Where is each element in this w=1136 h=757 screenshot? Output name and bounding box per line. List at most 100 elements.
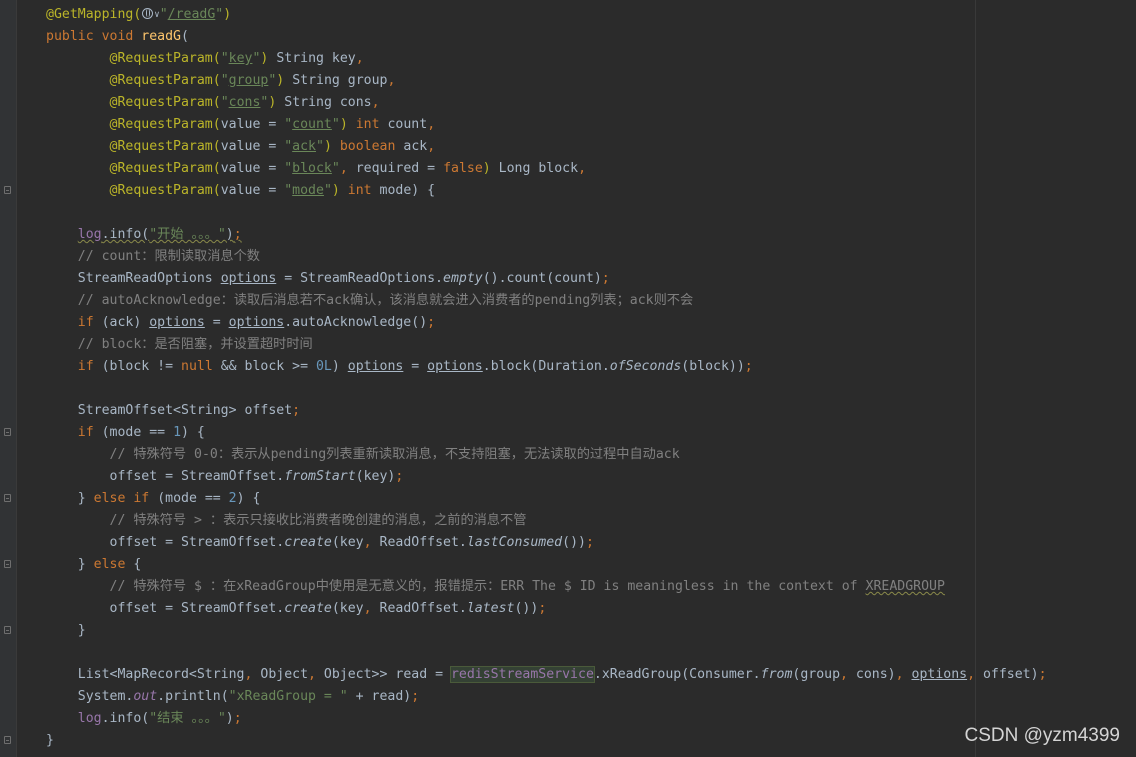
code-line: offset = StreamOffset.create(key, ReadOf… — [46, 532, 1047, 554]
code-line: // 特殊符号 $ ：在xReadGroup中使用是无意义的，报错提示：ERR … — [46, 576, 1047, 598]
code-line: @GetMapping(∨"/readG") — [46, 4, 1047, 26]
watermark: CSDN @yzm4399 — [964, 725, 1121, 746]
code-token: " — [284, 139, 293, 154]
code-token: , — [427, 139, 436, 154]
code-token: " — [284, 161, 293, 176]
code-token: int — [339, 183, 380, 198]
code-token: = — [403, 359, 428, 374]
code-token: empty — [443, 271, 483, 286]
code-token: " — [159, 7, 168, 22]
code-token: create — [284, 601, 332, 616]
code-token: options — [911, 667, 968, 682]
fold-marker-icon[interactable] — [4, 736, 11, 744]
code-token: 2 — [228, 491, 237, 506]
code-token: List<MapRecord<String — [77, 667, 245, 682]
code-token: if — [77, 359, 102, 374]
code-line: @RequestParam("group") String group, — [46, 70, 1047, 92]
code-token: cons) — [855, 667, 896, 682]
code-token: // count：限制读取消息个数 — [77, 249, 260, 264]
code-token: ; — [395, 469, 404, 484]
code-token: StreamOffset<String> offset — [77, 403, 293, 418]
code-token: else if — [93, 491, 158, 506]
code-line: @RequestParam("cons") String cons, — [46, 92, 1047, 114]
code-token: .println( — [157, 689, 229, 704]
code-token: create — [284, 535, 332, 550]
code-token: offset = StreamOffset. — [109, 469, 285, 484]
code-token: (ack) — [101, 315, 150, 330]
code-token: ().count(count) — [482, 271, 602, 286]
code-token: ( — [180, 29, 189, 44]
code-token: @RequestParam( — [109, 95, 221, 110]
code-token: } — [77, 623, 86, 638]
code-token: , — [371, 95, 380, 110]
code-token: = StreamReadOptions. — [276, 271, 443, 286]
code-token: // block：是否阻塞，并设置超时时间 — [77, 337, 313, 352]
code-token: , — [387, 73, 396, 88]
code-token: StreamReadOptions — [77, 271, 221, 286]
code-token: out — [133, 689, 158, 704]
code-token: Long block — [490, 161, 579, 176]
code-token: ()) — [562, 535, 586, 550]
code-token: ) — [331, 359, 348, 374]
code-token: , — [244, 667, 261, 682]
code-line: @RequestParam(value = "count") int count… — [46, 114, 1047, 136]
code-token: + read) — [347, 689, 412, 704]
code-token: ofSeconds — [609, 359, 682, 374]
code-editor[interactable]: @GetMapping(∨"/readG") public void readG(… — [46, 4, 1047, 752]
fold-marker-icon[interactable] — [4, 428, 11, 436]
fold-marker-icon[interactable] — [4, 186, 11, 194]
code-token: value = — [220, 183, 285, 198]
code-token: @RequestParam( — [109, 51, 221, 66]
code-token: ) — [339, 117, 348, 132]
code-token: ) — [225, 227, 234, 242]
fold-marker-icon[interactable] — [4, 494, 11, 502]
fold-marker-icon[interactable] — [4, 560, 11, 568]
code-token: (group — [792, 667, 841, 682]
code-token: fromStart — [284, 469, 356, 484]
code-line: // 特殊符号 0-0：表示从pending列表重新读取消息，不支持阻塞，无法读… — [46, 444, 1047, 466]
code-line: } else if (mode == 2) { — [46, 488, 1047, 510]
globe-icon[interactable] — [142, 8, 154, 19]
code-token: // 特殊符号 0-0：表示从pending列表重新读取消息，不支持阻塞，无法读… — [109, 447, 680, 462]
code-token: (key — [331, 601, 364, 616]
code-token: } — [46, 733, 54, 748]
code-token: ) { — [236, 491, 261, 506]
code-token: ) { — [181, 425, 205, 440]
editor-gutter — [0, 0, 17, 757]
code-line: // count：限制读取消息个数 — [46, 246, 1047, 268]
code-token: .info( — [101, 711, 150, 726]
code-token: mode — [292, 183, 324, 198]
code-token: from — [760, 667, 793, 682]
code-token: .info( — [101, 227, 150, 242]
fold-marker-icon[interactable] — [4, 626, 11, 634]
code-token: { — [133, 557, 142, 572]
code-token: , — [895, 667, 912, 682]
code-token: ) — [331, 183, 340, 198]
code-token: , — [363, 601, 380, 616]
code-token: @RequestParam( — [109, 161, 221, 176]
code-token: = — [204, 315, 229, 330]
code-token: String cons — [276, 95, 372, 110]
code-token: @RequestParam( — [109, 117, 221, 132]
code-token: int — [347, 117, 388, 132]
code-line: @RequestParam(value = "mode") int mode) … — [46, 180, 1047, 202]
code-token: } — [77, 557, 94, 572]
code-token: ; — [744, 359, 753, 374]
code-token: ack — [292, 139, 316, 154]
code-token: " — [284, 117, 293, 132]
code-token: ; — [585, 535, 594, 550]
